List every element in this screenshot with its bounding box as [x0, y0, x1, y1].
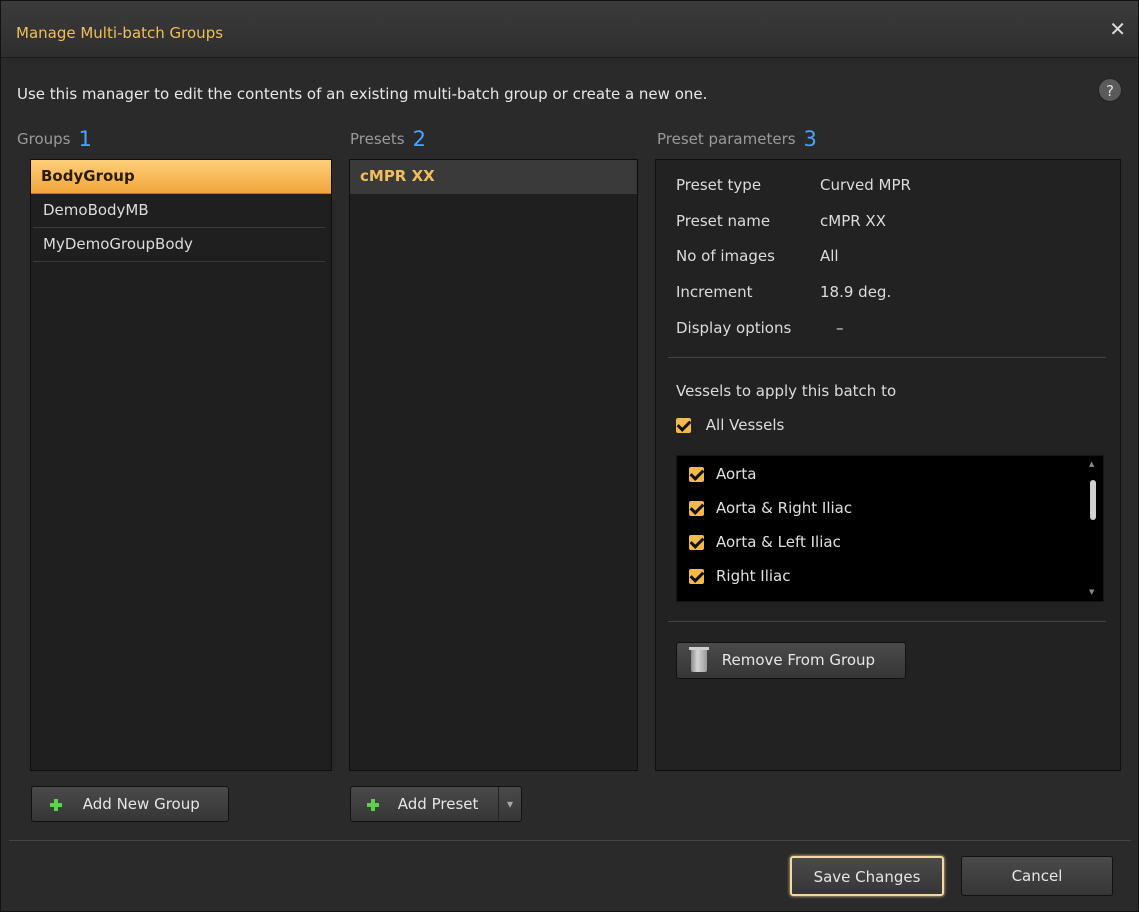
- vessels-heading: Vessels to apply this batch to: [676, 382, 897, 400]
- groups-header: Groups 1: [17, 125, 92, 151]
- vessels-divider: [668, 621, 1106, 622]
- all-vessels-label: All Vessels: [705, 416, 785, 434]
- dialog-description: Use this manager to edit the contents of…: [17, 85, 708, 103]
- param-label-display-options: Display options: [676, 319, 792, 337]
- vessel-label: Aorta: [716, 465, 757, 483]
- param-value-display-options: –: [836, 319, 844, 337]
- param-label-preset-name: Preset name: [676, 212, 771, 230]
- remove-from-group-button[interactable]: Remove From Group: [676, 642, 906, 679]
- close-icon[interactable]: ✕: [1109, 17, 1126, 41]
- presets-list: cMPR XX: [349, 159, 638, 771]
- param-label-increment: Increment: [676, 283, 753, 301]
- params-divider: [668, 357, 1106, 358]
- groups-list: BodyGroup DemoBodyMB MyDemoGroupBody: [30, 159, 332, 771]
- chevron-down-icon[interactable]: ▾: [498, 787, 521, 821]
- remove-from-group-label: Remove From Group: [721, 651, 876, 669]
- add-preset-button[interactable]: Add Preset ▾: [350, 786, 522, 822]
- add-new-group-label: Add New Group: [82, 795, 200, 813]
- vessel-item-right-iliac[interactable]: Right Iliac: [689, 567, 790, 585]
- params-header: Preset parameters 3: [657, 125, 817, 151]
- vessel-list-scrollbar[interactable]: ▲ ▼: [1089, 460, 1097, 596]
- group-item-bodygroup[interactable]: BodyGroup: [31, 160, 331, 194]
- title-bar: Manage Multi-batch Groups ✕: [1, 1, 1138, 58]
- checkbox-check-icon[interactable]: [676, 418, 691, 433]
- scroll-down-icon[interactable]: ▼: [1089, 588, 1094, 596]
- groups-header-number: 1: [78, 127, 92, 151]
- add-preset-label: Add Preset: [397, 795, 479, 813]
- manage-multibatch-dialog: Manage Multi-batch Groups ✕ Use this man…: [0, 0, 1139, 912]
- checkbox-check-icon[interactable]: [689, 535, 704, 550]
- vessel-list: Aorta Aorta & Right Iliac Aorta & Left I…: [676, 455, 1104, 602]
- help-icon[interactable]: ?: [1098, 78, 1122, 102]
- all-vessels-checkbox[interactable]: All Vessels: [676, 416, 784, 434]
- plus-icon: [50, 798, 62, 811]
- preset-parameters-panel: Preset type Curved MPR Preset name cMPR …: [655, 159, 1121, 771]
- vessel-label: Aorta & Left Iliac: [716, 533, 841, 551]
- param-value-preset-type: Curved MPR: [820, 176, 911, 194]
- vessel-item-aorta[interactable]: Aorta: [689, 465, 756, 483]
- param-value-increment: 18.9 deg.: [820, 283, 892, 301]
- checkbox-check-icon[interactable]: [689, 569, 704, 584]
- scroll-up-icon[interactable]: ▲: [1089, 460, 1094, 468]
- params-header-number: 3: [803, 127, 817, 151]
- vessel-item-aorta-right-iliac[interactable]: Aorta & Right Iliac: [689, 499, 852, 517]
- param-value-no-of-images: All: [820, 247, 839, 265]
- dialog-title: Manage Multi-batch Groups: [16, 24, 224, 42]
- presets-header: Presets 2: [350, 125, 426, 151]
- param-label-preset-type: Preset type: [676, 176, 762, 194]
- trash-icon: [689, 646, 709, 672]
- scroll-thumb[interactable]: [1090, 480, 1096, 520]
- footer-divider: [9, 840, 1131, 841]
- group-item-demobodymb[interactable]: DemoBodyMB: [33, 194, 325, 228]
- vessel-label: Aorta & Right Iliac: [716, 499, 853, 517]
- add-new-group-button[interactable]: Add New Group: [31, 786, 229, 822]
- presets-header-number: 2: [412, 127, 426, 151]
- param-label-no-of-images: No of images: [676, 247, 775, 265]
- save-changes-button[interactable]: Save Changes: [790, 856, 944, 896]
- plus-icon: [367, 798, 379, 811]
- group-item-mydemogroupbody[interactable]: MyDemoGroupBody: [33, 228, 325, 262]
- params-header-label: Preset parameters: [657, 130, 796, 148]
- checkbox-check-icon[interactable]: [689, 467, 704, 482]
- vessel-item-aorta-left-iliac[interactable]: Aorta & Left Iliac: [689, 533, 841, 551]
- groups-header-label: Groups: [17, 130, 71, 148]
- vessel-label: Right Iliac: [716, 567, 791, 585]
- presets-header-label: Presets: [350, 130, 405, 148]
- preset-item-cmpr-xx[interactable]: cMPR XX: [350, 160, 637, 194]
- cancel-button[interactable]: Cancel: [961, 856, 1113, 896]
- checkbox-check-icon[interactable]: [689, 501, 704, 516]
- param-value-preset-name: cMPR XX: [820, 212, 886, 230]
